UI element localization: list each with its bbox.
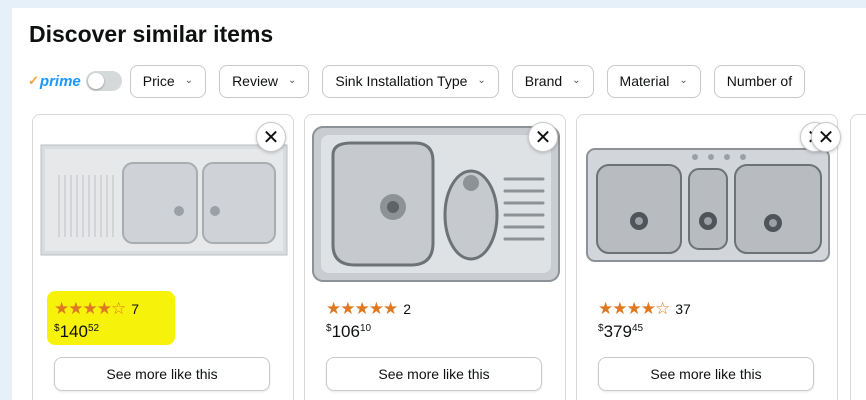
filter-number-of[interactable]: Number of [713, 64, 806, 98]
see-more-button[interactable]: See more like this [598, 357, 814, 391]
prime-filter[interactable]: ✓ prime [28, 71, 122, 91]
star-rating-icon: ★★★★☆ [54, 299, 126, 318]
close-icon[interactable]: ✕ [256, 122, 286, 152]
product-card-partial[interactable]: ✕ [811, 114, 866, 400]
product-card[interactable]: ✕ ★★★★☆ 37 $37945 See more like this [576, 114, 838, 400]
star-rating-icon: ★★★★★ [326, 299, 398, 318]
prime-check-icon: ✓ [28, 73, 39, 88]
product-rating[interactable]: ★★★★☆ 7 [54, 299, 139, 319]
star-rating-icon: ★★★★☆ [598, 299, 670, 318]
filter-bar: ✓ prime Price ⌄ Review ⌄ Sink Installation … [28, 64, 818, 98]
chevron-down-icon: ⌄ [679, 74, 688, 86]
filter-material[interactable]: Material ⌄ [606, 64, 701, 98]
see-more-button[interactable]: See more like this [326, 357, 542, 391]
product-image[interactable] [311, 125, 561, 283]
see-more-button[interactable]: See more like this [54, 357, 270, 391]
rating-count: 7 [131, 301, 139, 317]
chevron-down-icon: ⌄ [287, 74, 297, 86]
filter-review[interactable]: Review ⌄ [219, 64, 310, 98]
product-price: $10610 [326, 322, 372, 341]
product-image[interactable] [583, 125, 833, 283]
filter-brand[interactable]: Brand ⌄ [511, 64, 594, 98]
product-rating[interactable]: ★★★★★ 2 [326, 299, 411, 319]
prime-toggle[interactable] [85, 71, 122, 91]
close-icon[interactable]: ✕ [811, 122, 841, 152]
product-card[interactable]: ✕ ★★★★☆ 7 $14052 See more like this [32, 114, 294, 400]
product-image[interactable] [39, 125, 289, 283]
chevron-down-icon: ⌄ [477, 74, 486, 86]
product-card[interactable]: ✕ ★★★★★ 2 $10610 See more like this [304, 114, 566, 400]
filter-sink-installation-type[interactable]: Sink Installation Type ⌄ [322, 64, 499, 98]
rating-count: 37 [675, 301, 691, 317]
close-icon[interactable]: ✕ [528, 122, 558, 152]
prime-logo: ✓ prime [28, 72, 81, 90]
toggle-knob [87, 73, 104, 89]
product-price: $14052 [54, 322, 100, 341]
chevron-down-icon: ⌄ [184, 74, 194, 86]
rating-count: 2 [403, 301, 411, 317]
product-price: $37945 [598, 322, 644, 341]
product-rating[interactable]: ★★★★☆ 37 [598, 299, 691, 319]
chevron-down-icon: ⌄ [572, 74, 581, 86]
section-title: Discover similar items [29, 21, 274, 47]
discover-similar-panel: Discover similar items ✓ prime Price ⌄ Rev… [12, 8, 866, 400]
filter-price[interactable]: Price ⌄ [129, 64, 207, 98]
